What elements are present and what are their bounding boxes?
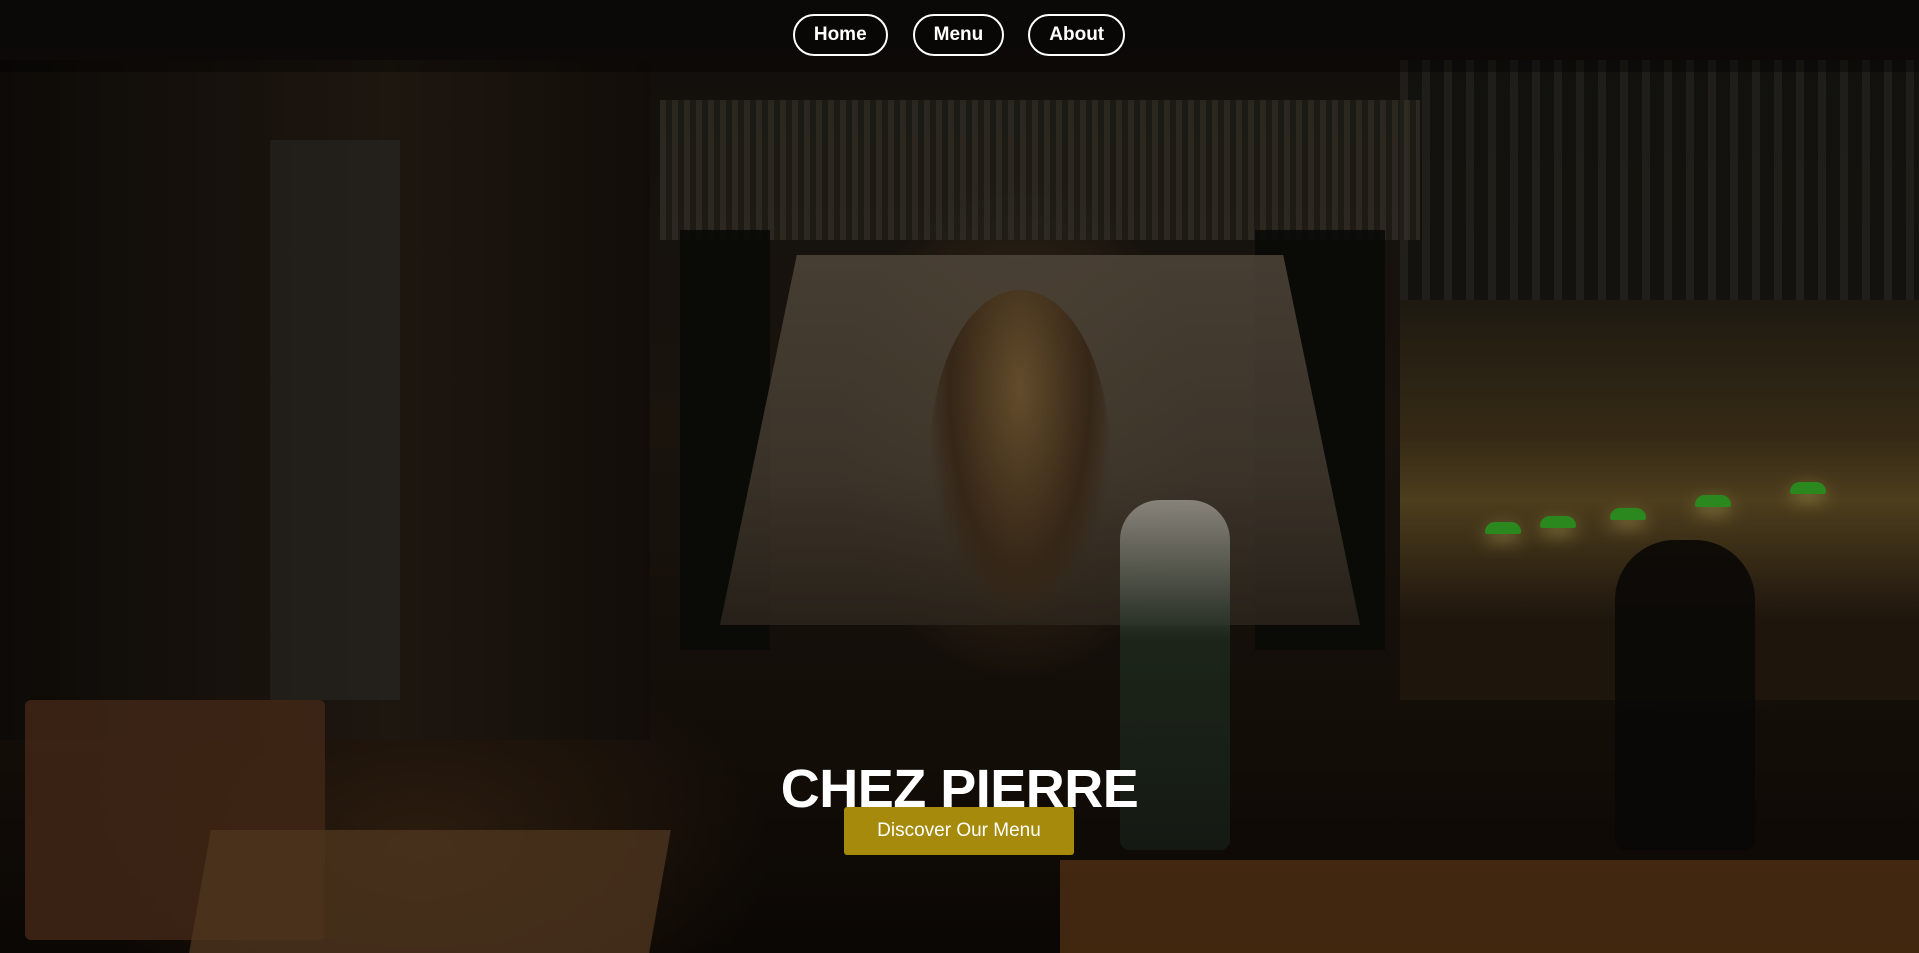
main-nav: Home Menu About — [0, 14, 1919, 56]
nav-about-button[interactable]: About — [1028, 14, 1126, 56]
discover-menu-button[interactable]: Discover Our Menu — [844, 807, 1074, 855]
nav-home-button[interactable]: Home — [792, 14, 888, 56]
nav-menu-button[interactable]: Menu — [912, 14, 1005, 56]
